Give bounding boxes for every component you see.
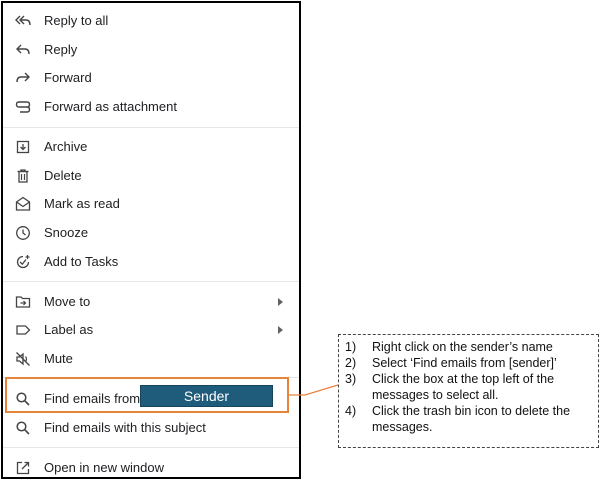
step-number: 4) (345, 404, 357, 418)
menu-item-label: Archive (44, 139, 88, 154)
add-task-icon (15, 254, 31, 270)
forward-icon (15, 70, 31, 86)
clock-icon (15, 225, 31, 241)
step-number: 2) (345, 356, 357, 370)
menu-item-label: Find emails with this subject (44, 420, 206, 435)
step-text: Click the box at the top left of the mes… (372, 372, 555, 402)
label-icon (15, 322, 31, 338)
menu-item-label: Snooze (44, 225, 89, 240)
step-text: Right click on the sender’s name (372, 340, 553, 354)
archive-icon (15, 139, 31, 155)
mute-icon (15, 351, 31, 367)
instruction-step: 1) Right click on the sender’s name (345, 339, 592, 355)
search-icon (15, 420, 31, 436)
menu-divider (3, 447, 299, 448)
reply-all-icon (15, 13, 31, 29)
move-to-folder-icon (15, 294, 31, 310)
step-text: Select ‘Find emails from [sender]’ (372, 356, 557, 370)
step-text: Click the trash bin icon to delete the m… (372, 404, 571, 434)
menu-item-reply[interactable]: Reply (3, 36, 299, 64)
instruction-step: 3) Click the box at the top left of the … (345, 371, 592, 403)
menu-item-open-in-new-window[interactable]: Open in new window (3, 454, 299, 482)
menu-item-label: Add to Tasks (44, 254, 119, 269)
step-number: 1) (345, 340, 357, 354)
menu-item-find-emails-with-subject[interactable]: Find emails with this subject (3, 414, 299, 442)
sender-name-box: Sender (140, 385, 273, 407)
menu-item-delete[interactable]: Delete (3, 162, 299, 190)
open-external-icon (15, 460, 31, 476)
menu-divider (3, 281, 299, 282)
submenu-arrow-icon (278, 326, 283, 334)
menu-item-label: Reply (44, 42, 78, 57)
menu-item-mute[interactable]: Mute (3, 345, 299, 373)
menu-item-move-to[interactable]: Move to (3, 288, 299, 316)
menu-item-label: Open in new window (44, 460, 164, 475)
menu-item-forward-as-attachment[interactable]: Forward as attachment (3, 93, 299, 121)
menu-item-snooze[interactable]: Snooze (3, 219, 299, 247)
menu-item-forward[interactable]: Forward (3, 64, 299, 92)
menu-divider (3, 127, 299, 128)
menu-item-label: Reply to all (44, 13, 109, 28)
menu-item-label-as[interactable]: Label as (3, 316, 299, 344)
menu-item-reply-to-all[interactable]: Reply to all (3, 7, 299, 35)
menu-item-label: Forward as attachment (44, 99, 177, 114)
attachment-icon (15, 99, 31, 115)
instruction-step: 2) Select ‘Find emails from [sender]’ (345, 355, 592, 371)
trash-icon (15, 168, 31, 184)
menu-item-label: Label as (44, 322, 94, 337)
menu-item-mark-as-read[interactable]: Mark as read (3, 190, 299, 218)
step-number: 3) (345, 372, 357, 386)
menu-item-archive[interactable]: Archive (3, 133, 299, 161)
submenu-arrow-icon (278, 298, 283, 306)
menu-item-label: Move to (44, 294, 91, 309)
menu-item-label: Mark as read (44, 196, 120, 211)
instruction-step: 4) Click the trash bin icon to delete th… (345, 403, 592, 435)
menu-item-label: Mute (44, 351, 73, 366)
open-envelope-icon (15, 196, 31, 212)
reply-icon (15, 42, 31, 58)
menu-item-add-to-tasks[interactable]: Add to Tasks (3, 248, 299, 276)
instructions-box: 1) Right click on the sender’s name 2) S… (338, 334, 599, 448)
menu-item-label: Delete (44, 168, 82, 183)
menu-item-label: Forward (44, 70, 92, 85)
